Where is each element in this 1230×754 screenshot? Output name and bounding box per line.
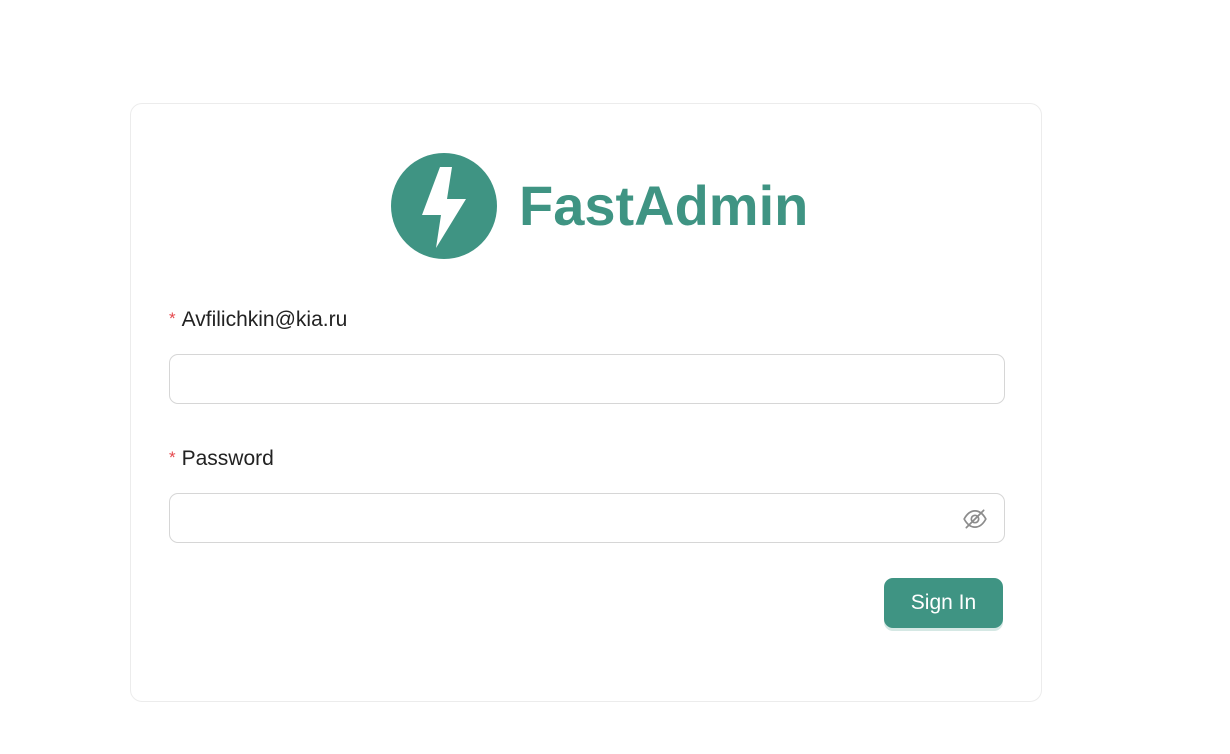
brand-header: FastAdmin [391,153,808,259]
password-form-item: * Password [169,447,1005,543]
required-mark: * [169,448,176,467]
password-label-row: * Password [169,447,1005,477]
email-input[interactable] [170,355,1004,403]
lightning-bolt-icon [391,153,497,259]
password-input-wrapper [169,493,1005,543]
email-label: Avfilichkin@kia.ru [181,308,348,331]
sign-in-button[interactable]: Sign In [884,578,1003,628]
login-card: FastAdmin * Avfilichkin@kia.ru * Passwor… [130,103,1042,702]
password-input[interactable] [170,494,1004,542]
eye-off-icon[interactable] [962,506,988,532]
required-mark: * [169,309,176,328]
email-form-item: * Avfilichkin@kia.ru [169,308,1005,404]
password-label: Password [181,447,274,470]
email-label-row: * Avfilichkin@kia.ru [169,308,1005,338]
brand-name: FastAdmin [519,174,809,237]
email-input-wrapper [169,354,1005,404]
